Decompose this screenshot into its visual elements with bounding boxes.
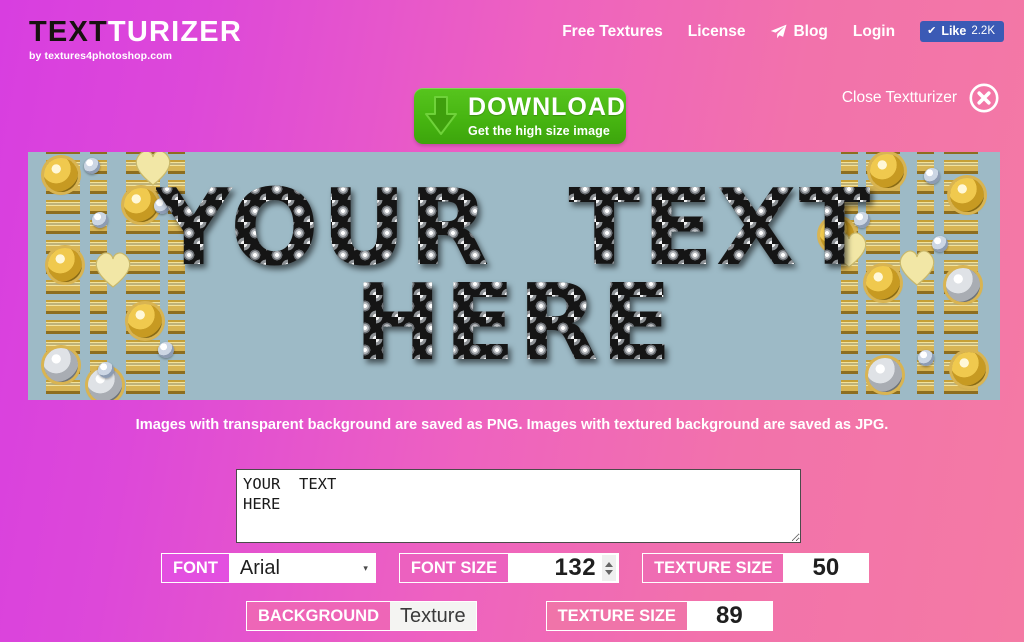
stepper-up-icon[interactable] [605, 561, 614, 567]
controls-row-1: FONT Arial ▾ FONT SIZE 132 TEXTURE SIZE … [161, 553, 870, 583]
format-info-text: Images with transparent background are s… [135, 417, 889, 433]
like-label: Like [941, 24, 967, 38]
check-icon: ✔ [927, 24, 937, 37]
texture-size-input-1[interactable]: 50 [783, 554, 869, 582]
download-button[interactable]: DOWNLOAD Get the high size image [414, 88, 626, 144]
font-size-control[interactable]: FONT SIZE 132 [398, 553, 620, 583]
download-arrow-icon [414, 95, 468, 137]
logo-subtitle: by textures4photoshop.com [29, 50, 173, 62]
close-textturizer-button[interactable]: Close Textturizer [842, 83, 999, 113]
close-label: Close Textturizer [841, 89, 957, 106]
texture-size-control-1[interactable]: TEXTURE SIZE 50 [642, 553, 870, 583]
download-title: DOWNLOAD [468, 92, 626, 121]
preview-canvas[interactable]: YOUR TEXT HERE [28, 152, 1000, 400]
controls-row-2: BACKGROUND Texture TEXTURE SIZE 89 [246, 601, 773, 631]
texture-size-label-2: TEXTURE SIZE [546, 602, 687, 630]
site-logo[interactable]: TEXTTURIZER by textures4photoshop.com [29, 18, 242, 62]
background-control[interactable]: BACKGROUND Texture [246, 601, 477, 631]
nav-item-login[interactable]: Login [853, 23, 895, 41]
download-copy: DOWNLOAD Get the high size image [468, 92, 626, 138]
font-size-label: FONT SIZE [399, 554, 509, 582]
close-circle-icon[interactable] [969, 83, 999, 113]
paper-plane-icon [770, 24, 787, 39]
preview-text-line-2: HERE [353, 262, 675, 384]
main-navigation: Free Textures License Blog Login ✔ Like … [562, 21, 1004, 42]
nav-item-license[interactable]: License [688, 23, 746, 41]
site-header: TEXTTURIZER by textures4photoshop.com Fr… [0, 0, 1024, 66]
stepper-down-icon[interactable] [605, 569, 614, 575]
like-count: 2.2K [971, 25, 995, 37]
nav-item-blog[interactable]: Blog [770, 22, 828, 41]
texture-size-input-2[interactable]: 89 [686, 602, 772, 630]
font-select[interactable]: Arial ▾ [228, 554, 375, 582]
font-size-input[interactable]: 132 [508, 554, 619, 582]
logo-wordmark: TEXTTURIZER [29, 18, 242, 47]
logo-text-secondary: TURIZER [107, 16, 242, 48]
font-control[interactable]: FONT Arial ▾ [161, 553, 376, 583]
texture-size-value-1: 50 [812, 554, 840, 581]
text-input-area [236, 469, 801, 548]
texture-size-value-2: 89 [716, 602, 743, 629]
logo-text-primary: TEXT [29, 16, 108, 48]
chevron-down-icon: ▾ [363, 562, 368, 573]
download-subtitle: Get the high size image [468, 123, 610, 138]
font-select-value: Arial [239, 556, 280, 579]
texture-size-control-2[interactable]: TEXTURE SIZE 89 [545, 601, 773, 631]
font-size-stepper[interactable] [602, 555, 617, 581]
preview-text: YOUR TEXT HERE [28, 152, 1000, 400]
font-label: FONT [162, 554, 229, 582]
facebook-like-button[interactable]: ✔ Like 2.2K [920, 21, 1004, 42]
texture-size-label-1: TEXTURE SIZE [643, 554, 784, 582]
text-input[interactable] [236, 469, 801, 543]
background-value[interactable]: Texture [390, 602, 476, 630]
nav-item-blog-label: Blog [793, 22, 828, 40]
nav-item-free-textures[interactable]: Free Textures [562, 23, 663, 41]
background-label: BACKGROUND [247, 602, 390, 630]
font-size-value: 132 [554, 554, 597, 581]
